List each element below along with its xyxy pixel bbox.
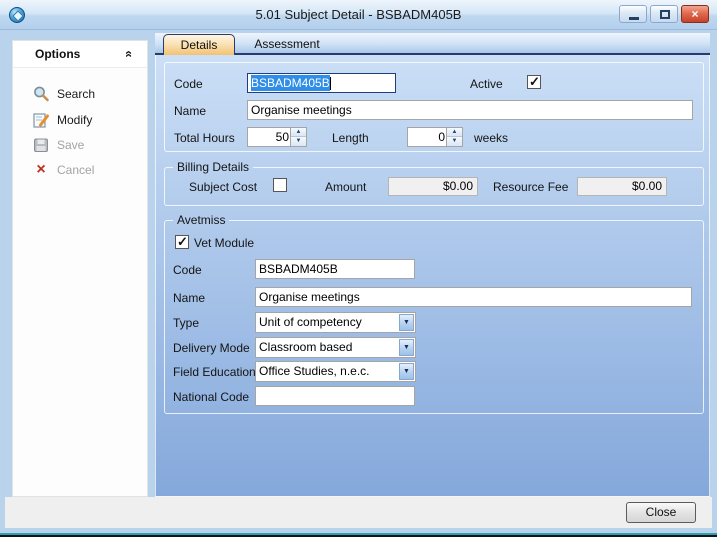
title-bar[interactable]: 5.01 Subject Detail - BSBADM405B × [0,0,717,30]
total-hours-value: 50 [248,128,289,146]
stepper-buttons [290,128,306,146]
billing-group: Billing Details Subject Cost Amount $0.0… [164,167,704,206]
cancel-icon: × [32,161,50,179]
total-hours-label: Total Hours [174,131,235,145]
maximize-button[interactable] [650,5,678,23]
weeks-suffix-label: weeks [474,131,508,145]
amount-field: $0.00 [388,177,478,196]
amount-label: Amount [325,180,366,194]
avetmiss-code-input[interactable]: BSBADM405B [255,259,415,279]
sidebar-item-save[interactable]: Save [13,134,149,157]
code-input[interactable]: BSBADM405B [247,73,396,93]
subject-cost-checkbox[interactable] [273,178,287,192]
type-value: Unit of competency [259,313,397,332]
avetmiss-name-label: Name [173,291,205,305]
name-input[interactable]: Organise meetings [247,100,693,120]
step-up-icon[interactable] [291,128,306,137]
sidebar-item-modify[interactable]: Modify [13,109,149,132]
sidebar-item-cancel[interactable]: × Cancel [13,159,149,182]
delivery-mode-value: Classroom based [259,338,397,357]
length-stepper[interactable]: 0 [407,127,463,147]
field-education-dropdown[interactable]: Office Studies, n.e.c. [255,361,416,382]
national-code-input[interactable] [255,386,415,406]
details-tab-page: Code BSBADM405B Active Name Organise mee… [155,55,710,497]
name-label: Name [174,104,206,118]
close-icon: × [682,6,708,22]
sidebar-item-label: Search [57,87,95,101]
tab-strip: Details Assessment [155,33,710,55]
sidebar-item-label: Save [57,138,84,152]
maximize-icon [660,10,670,19]
search-icon [32,85,50,103]
sidebar-item-search[interactable]: Search [13,83,149,106]
window-title: 5.01 Subject Detail - BSBADM405B [0,0,717,30]
chevron-down-icon[interactable] [399,363,414,380]
field-education-label: Field Education [173,365,256,379]
text-caret [330,77,331,90]
sidebar-item-label: Modify [57,113,92,127]
type-label: Type [173,316,199,330]
close-button[interactable]: Close [626,502,696,523]
options-panel-header: Options « [13,41,147,68]
step-up-icon[interactable] [447,128,462,137]
length-label: Length [332,131,369,145]
collapse-panel-icon[interactable]: « [121,46,137,62]
options-panel-title: Options [35,47,80,61]
code-label: Code [174,77,203,91]
window-controls: × [619,5,709,23]
dialog-window: 5.01 Subject Detail - BSBADM405B × Optio… [0,0,717,537]
detail-panel: Details Assessment Code BSBADM405B Activ… [155,33,710,497]
type-dropdown[interactable]: Unit of competency [255,312,416,333]
subject-group: Code BSBADM405B Active Name Organise mee… [164,62,704,152]
step-down-icon[interactable] [447,137,462,146]
step-down-icon[interactable] [291,137,306,146]
avetmiss-group-title: Avetmiss [173,213,229,227]
minimize-button[interactable] [619,5,647,23]
save-icon [32,136,50,154]
avetmiss-name-input[interactable]: Organise meetings [255,287,692,307]
active-checkbox[interactable] [527,75,541,89]
billing-group-title: Billing Details [173,160,253,174]
tab-assessment[interactable]: Assessment [241,34,333,55]
active-label: Active [470,77,503,91]
minimize-icon [629,17,639,20]
field-education-value: Office Studies, n.e.c. [259,362,397,381]
national-code-label: National Code [173,390,249,404]
delivery-mode-label: Delivery Mode [173,341,250,355]
length-value: 0 [408,128,445,146]
total-hours-stepper[interactable]: 50 [247,127,307,147]
modify-icon [32,111,50,129]
code-value: BSBADM405B [251,75,330,91]
sidebar-item-label: Cancel [57,163,94,177]
chevron-down-icon[interactable] [399,314,414,331]
footer-bar: Close [5,497,712,528]
stepper-buttons [446,128,462,146]
chevron-down-icon[interactable] [399,339,414,356]
resource-fee-field: $0.00 [577,177,667,196]
vet-module-checkbox[interactable] [175,235,189,249]
vet-module-label: Vet Module [194,236,254,250]
options-panel: Options « Search Modify [12,40,148,497]
tab-details[interactable]: Details [163,34,235,55]
avetmiss-code-label: Code [173,263,202,277]
subject-cost-label: Subject Cost [189,180,257,194]
close-window-button[interactable]: × [681,5,709,23]
resource-fee-label: Resource Fee [493,180,568,194]
delivery-mode-dropdown[interactable]: Classroom based [255,337,416,358]
avetmiss-group: Avetmiss Vet Module Code BSBADM405B Name… [164,220,704,414]
